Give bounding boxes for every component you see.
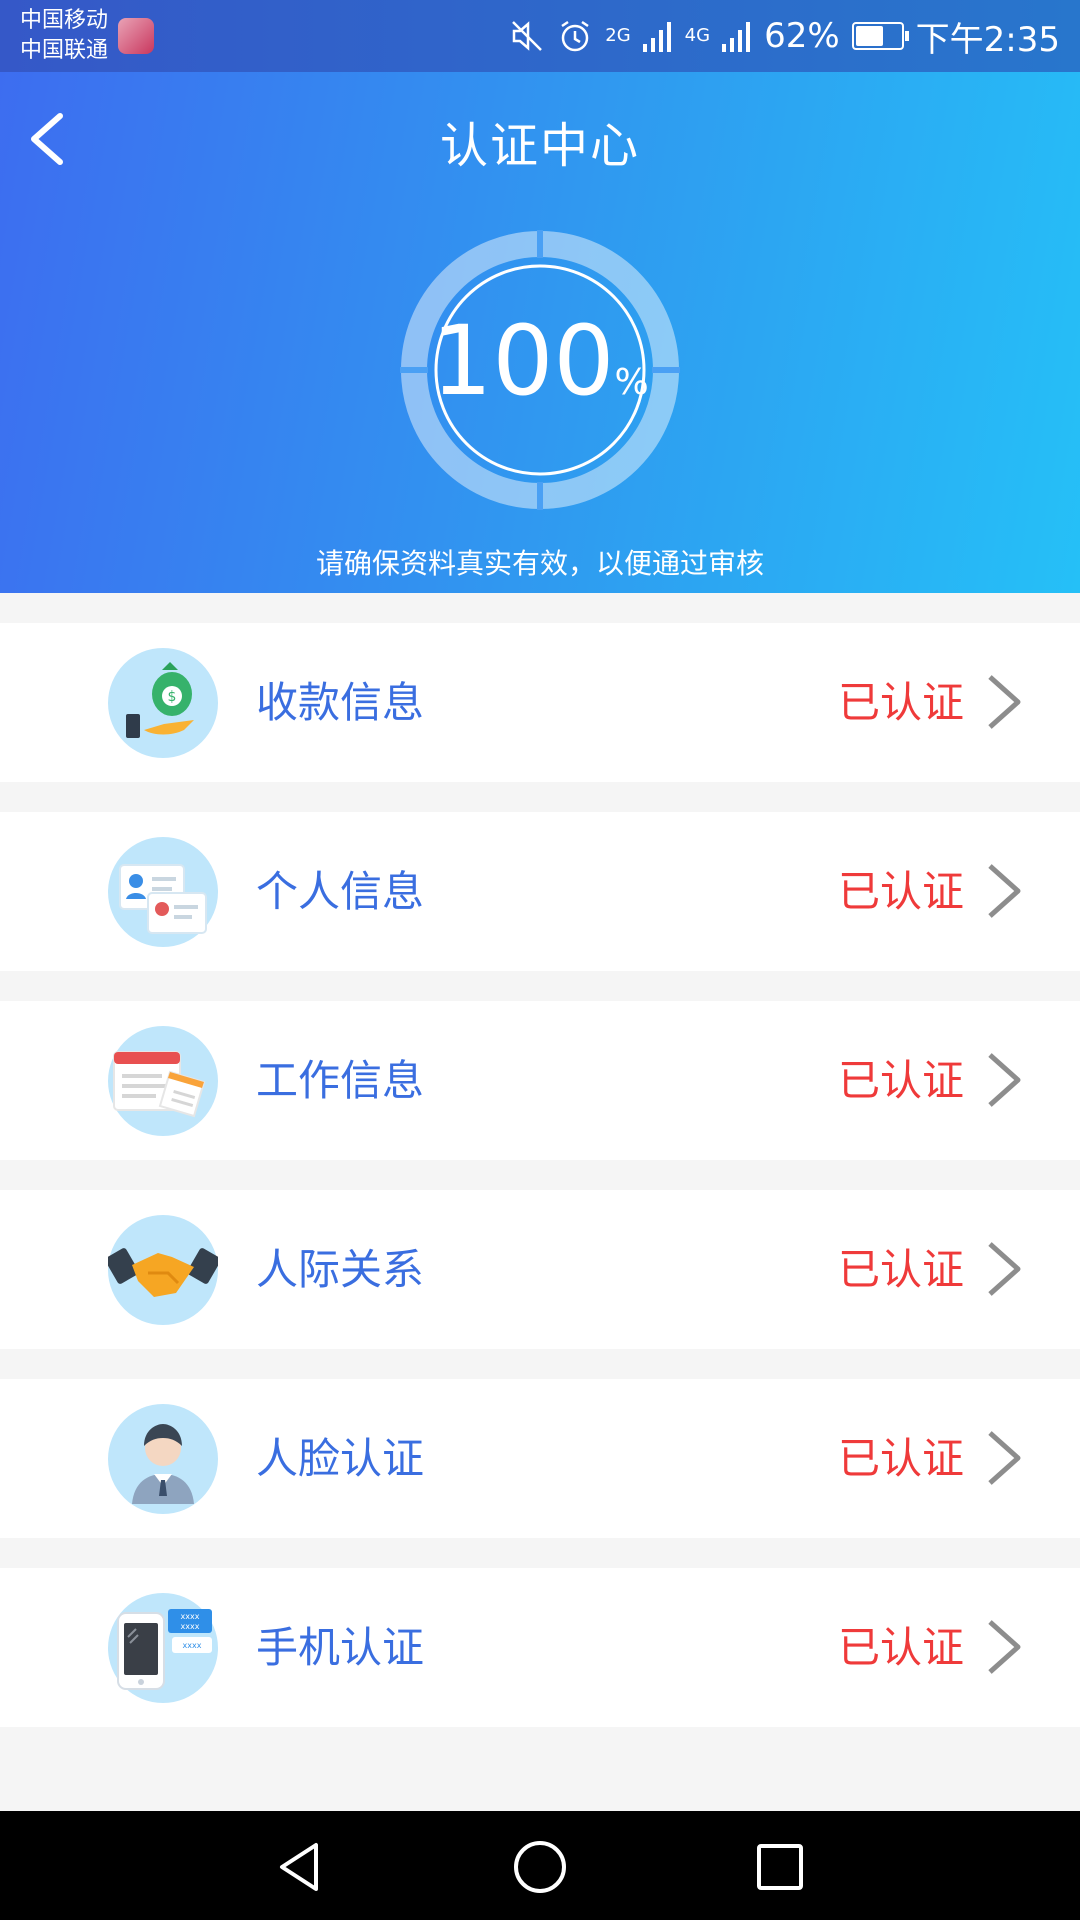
item-status: 已认证 xyxy=(838,1623,965,1672)
phone-sms-icon: xxxx xxxx xxxx xyxy=(108,1593,218,1703)
network-type-2: 4G xyxy=(684,25,711,46)
alarm-icon xyxy=(561,20,589,52)
carrier-info: 中国移动 中国联通 xyxy=(20,6,108,66)
document-icon xyxy=(108,1026,218,1136)
header-subtitle: 请确保资料真实有效，以便通过审核 xyxy=(315,547,764,580)
nav-home-icon[interactable] xyxy=(510,1837,570,1897)
chevron-right-icon xyxy=(988,1620,1021,1674)
carrier-1: 中国移动 xyxy=(20,8,109,33)
svg-text:xxxx: xxxx xyxy=(181,1622,200,1631)
auth-item-payment-info[interactable]: $ 收款信息 已认证 xyxy=(0,623,1080,782)
clock: 下午2:35 xyxy=(915,19,1060,60)
item-status: 已认证 xyxy=(838,1434,965,1483)
status-bar: 中国移动 中国联通 2G 4G 62% 下午2:35 xyxy=(0,0,1080,72)
auth-item-relationships[interactable]: 人际关系 已认证 xyxy=(0,1190,1080,1349)
page-title: 认证中心 xyxy=(439,118,640,174)
item-status: 已认证 xyxy=(838,867,965,916)
handshake-icon xyxy=(108,1215,218,1325)
app-notification-icon xyxy=(118,18,154,54)
battery-percent: 62% xyxy=(764,16,840,56)
svg-text:xxxx: xxxx xyxy=(183,1641,202,1650)
nav-back-icon[interactable] xyxy=(270,1837,330,1897)
item-label: 人脸认证 xyxy=(256,1434,425,1483)
progress-value: 100% xyxy=(400,306,680,438)
svg-text:xxxx: xxxx xyxy=(181,1612,200,1621)
item-status: 已认证 xyxy=(838,1056,965,1105)
auth-item-phone-verification[interactable]: xxxx xxxx xxxx 手机认证 已认证 xyxy=(0,1568,1080,1727)
auth-header: 认证中心 100% 请确保资料真实有效，以便通过审核 xyxy=(0,72,1080,593)
signal-icon-2 xyxy=(722,22,751,52)
item-status: 已认证 xyxy=(838,1245,965,1294)
person-avatar-icon xyxy=(108,1404,218,1514)
item-label: 人际关系 xyxy=(256,1245,425,1294)
item-label: 个人信息 xyxy=(256,867,425,916)
chevron-right-icon xyxy=(988,1053,1021,1107)
svg-text:$: $ xyxy=(168,689,177,705)
system-nav-bar xyxy=(0,1811,1080,1920)
network-type-1: 2G xyxy=(605,25,631,46)
money-bag-icon: $ xyxy=(108,648,218,758)
auth-item-personal-info[interactable]: 个人信息 已认证 xyxy=(0,812,1080,971)
id-card-icon xyxy=(108,837,218,947)
progress-number: 100 xyxy=(431,305,615,417)
chevron-right-icon xyxy=(988,864,1021,918)
carrier-2: 中国联通 xyxy=(20,38,109,63)
battery-icon xyxy=(851,22,909,50)
signal-icon xyxy=(642,22,671,52)
progress-ring: 100% xyxy=(400,230,680,510)
nav-recents-icon[interactable] xyxy=(750,1837,810,1897)
item-status: 已认证 xyxy=(838,678,965,727)
item-label: 收款信息 xyxy=(256,678,425,727)
mute-icon xyxy=(512,21,543,51)
auth-item-work-info[interactable]: 工作信息 已认证 xyxy=(0,1001,1080,1160)
chevron-right-icon xyxy=(988,1431,1021,1485)
item-label: 手机认证 xyxy=(256,1623,425,1672)
auth-item-face-verification[interactable]: 人脸认证 已认证 xyxy=(0,1379,1080,1538)
item-label: 工作信息 xyxy=(256,1056,425,1105)
progress-unit: % xyxy=(614,362,649,403)
chevron-right-icon xyxy=(988,1242,1021,1296)
auth-list: $ 收款信息 已认证 个人信息 已认证 工作信息 已认证 人际关系 已认证 人脸… xyxy=(0,623,1080,1757)
chevron-right-icon xyxy=(988,675,1021,729)
